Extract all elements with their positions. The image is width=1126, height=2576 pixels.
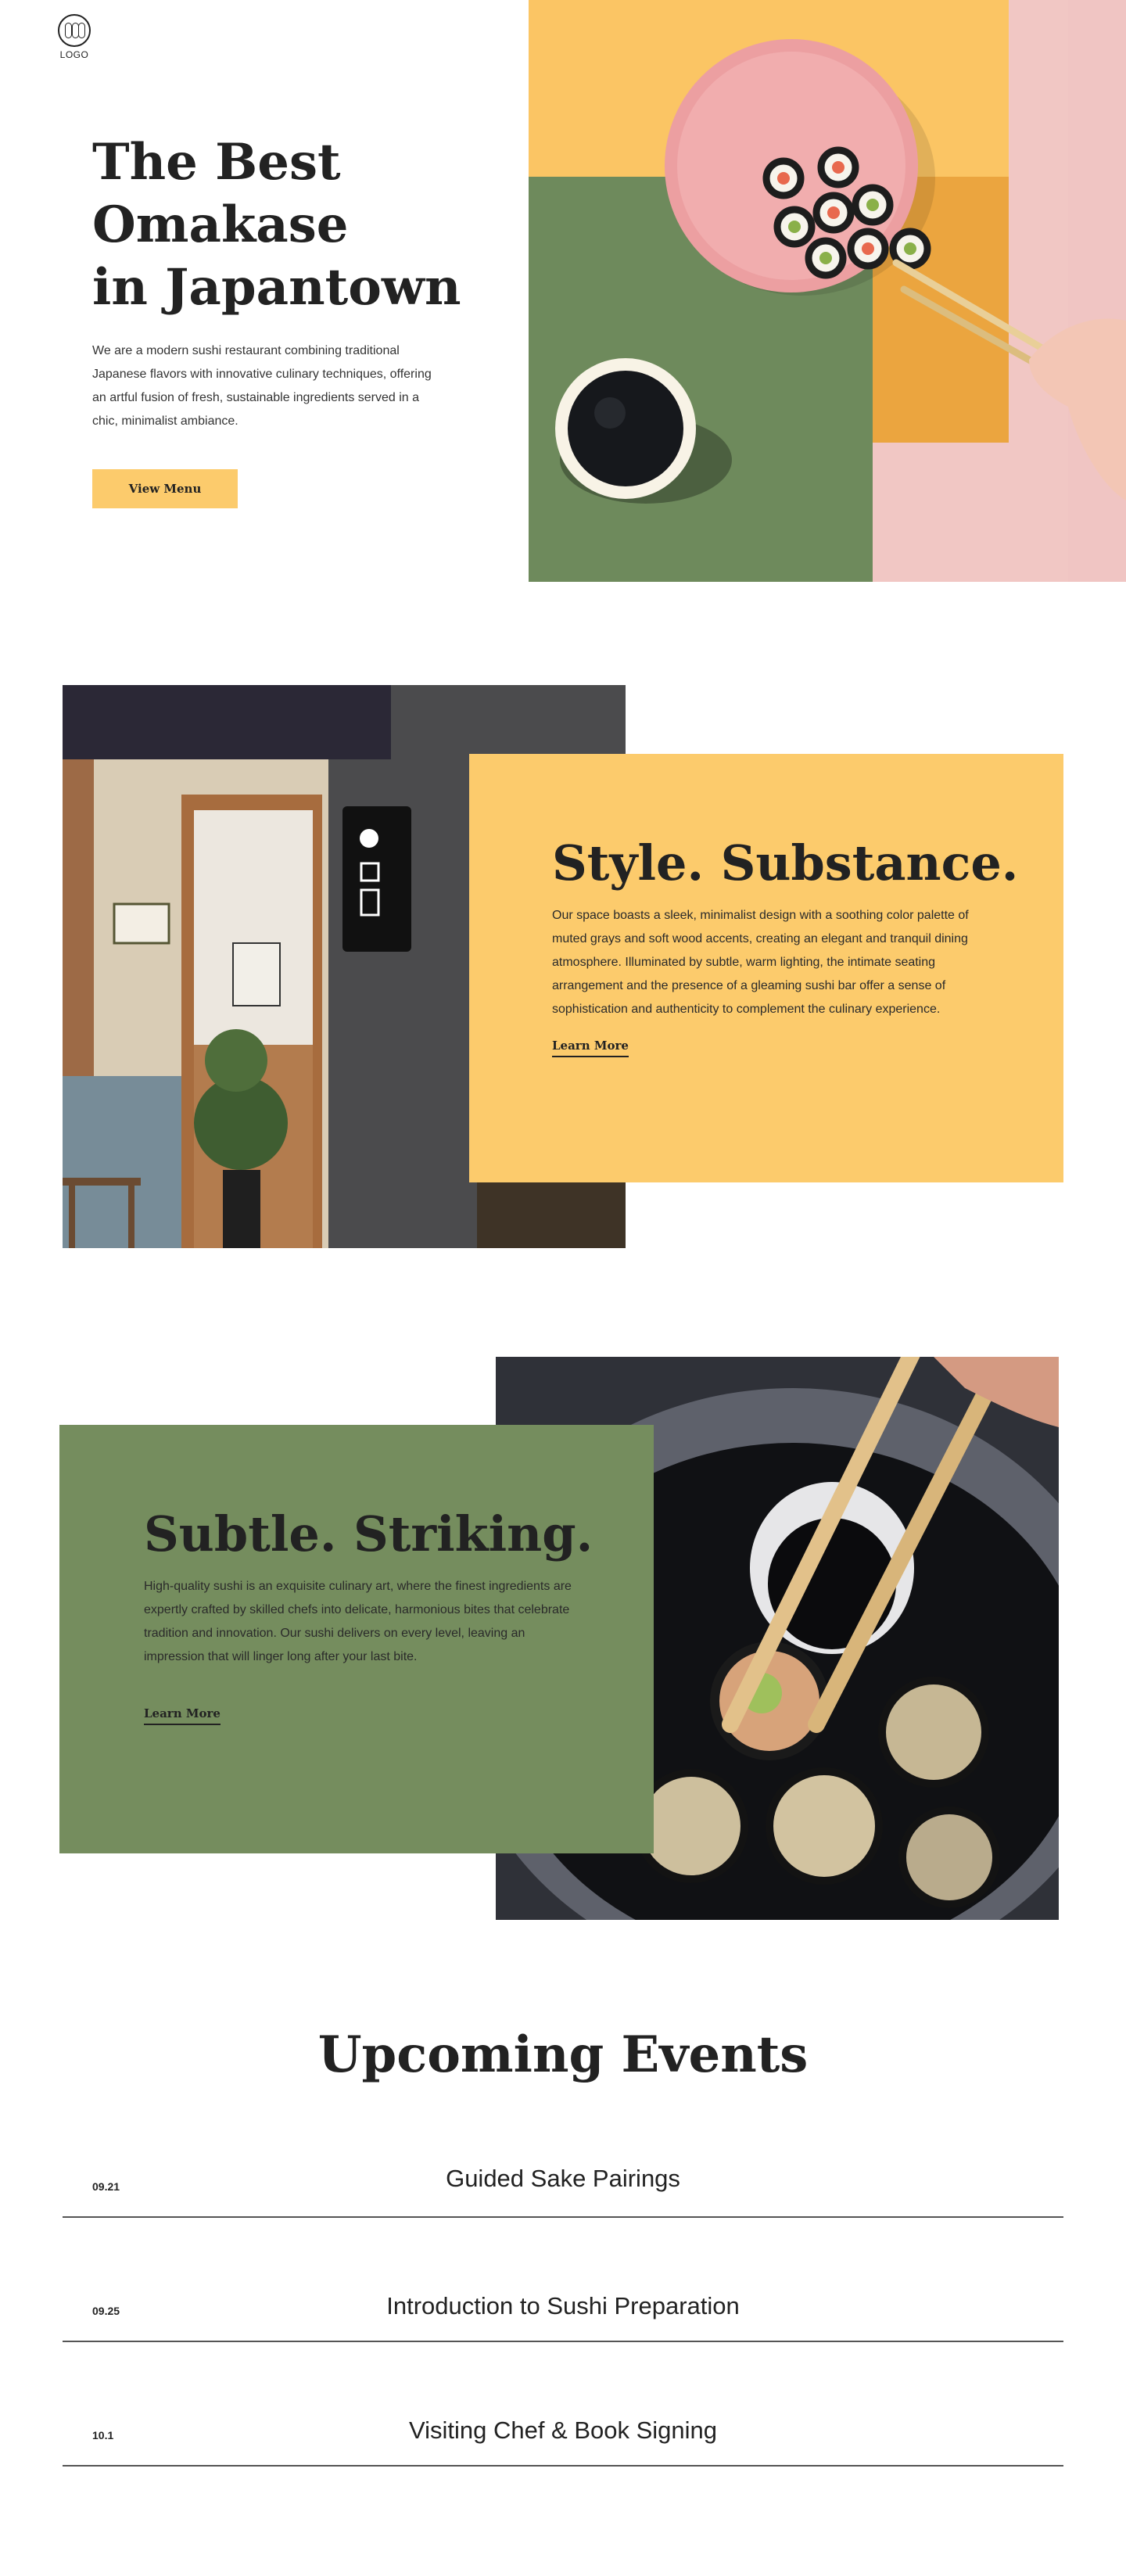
event-row[interactable]: 10.1 Visiting Chef & Book Signing — [63, 2380, 1063, 2467]
event-row[interactable]: 09.21 Guided Sake Pairings — [63, 2132, 1063, 2218]
event-name: Guided Sake Pairings — [446, 2165, 680, 2192]
style-substance-panel: Style. Substance. Our space boasts a sle… — [469, 754, 1063, 1182]
view-menu-button[interactable]: View Menu — [92, 469, 238, 508]
subtle-learn-more-link[interactable]: Learn More — [144, 1706, 221, 1725]
hero-title-line: Omakase — [92, 196, 349, 254]
logo-mark-icon — [58, 14, 91, 47]
subtle-section-text: High-quality sushi is an exquisite culin… — [144, 1580, 572, 1663]
subtle-section-title: Subtle. Striking. — [144, 1505, 593, 1562]
subtle-striking-panel: Subtle. Striking. High-quality sushi is … — [59, 1425, 654, 1853]
sushi-plate-illustration — [529, 0, 1126, 582]
logo[interactable]: LOGO — [56, 14, 92, 60]
logo-text: LOGO — [59, 49, 89, 60]
event-name: Visiting Chef & Book Signing — [408, 2416, 718, 2444]
hero-title-line: The Best — [92, 133, 341, 192]
style-section-title: Style. Substance. — [552, 834, 1019, 892]
events-title: Upcoming Events — [317, 2025, 809, 2084]
event-name: Introduction to Sushi Preparation — [386, 2292, 740, 2319]
hero-sushi-image — [529, 0, 1126, 582]
hero-title-line: in Japantown — [92, 258, 461, 317]
style-learn-more-link[interactable]: Learn More — [552, 1039, 629, 1057]
hero-title: The Best Omakase in Japantown — [92, 131, 499, 319]
event-row[interactable]: 09.25 Introduction to Sushi Preparation — [63, 2256, 1063, 2342]
hero-description: We are a modern sushi restaurant combini… — [92, 344, 432, 428]
style-section-text: Our space boasts a sleek, minimalist des… — [552, 909, 969, 1016]
